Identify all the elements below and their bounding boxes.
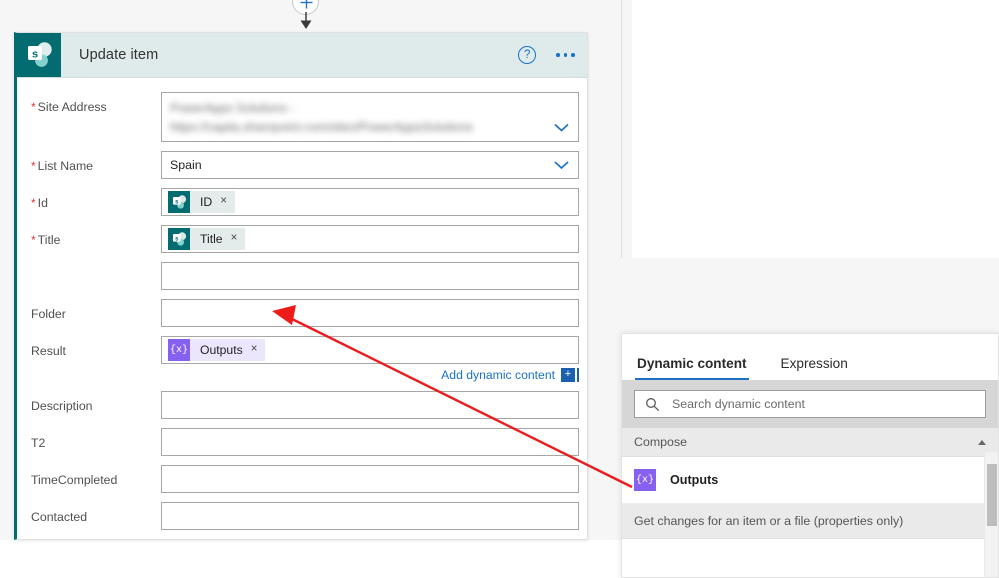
token-remove-icon[interactable]: ×	[231, 233, 238, 245]
add-dynamic-content-plus-icon[interactable]: +	[561, 368, 575, 382]
search-dynamic-content-input[interactable]: Search dynamic content	[634, 390, 986, 418]
field-label-has-attachments: HasAttachments	[31, 539, 161, 540]
background-right-white	[632, 0, 999, 258]
field-list-name: * List Name Spain	[17, 151, 587, 179]
add-dynamic-content-caret	[577, 368, 579, 382]
chevron-down-icon[interactable]	[554, 123, 569, 132]
field-label-title: * Title	[31, 233, 61, 247]
action-title: Update item	[79, 47, 159, 63]
action-card-header-actions: ?	[518, 33, 575, 77]
update-item-action-card[interactable]: s Update item ? * Site Address PowerApps …	[14, 32, 588, 540]
sharepoint-token-icon: s	[168, 228, 190, 250]
token-remove-icon[interactable]: ×	[220, 196, 227, 208]
field-label-list-name: * List Name	[31, 159, 94, 173]
field-t2: T2	[17, 428, 587, 456]
token-title[interactable]: s Title ×	[168, 228, 246, 250]
site-address-dropdown[interactable]: PowerApps Solutions - https://capita.sha…	[161, 92, 579, 142]
compose-output-icon: {x}	[634, 469, 656, 491]
group-label-compose: Compose	[634, 435, 688, 449]
action-card-header[interactable]: s Update item ?	[17, 33, 587, 78]
add-dynamic-content-row: Add dynamic content +	[17, 366, 587, 388]
arrow-down-icon	[300, 12, 312, 29]
field-title: * Title s Title ×	[17, 225, 587, 253]
required-asterisk: *	[31, 233, 36, 247]
plus-icon	[300, 0, 313, 9]
field-label-id: * Id	[31, 196, 48, 210]
sharepoint-token-icon: s	[168, 191, 190, 213]
unlabeled-input-1[interactable]	[161, 262, 579, 290]
panel-tabs: Dynamic content Expression	[622, 334, 998, 380]
contacted-input[interactable]	[161, 502, 579, 530]
result-input[interactable]: {x} Outputs ×	[161, 336, 579, 364]
field-description: Description	[17, 391, 587, 419]
field-label-folder: Folder	[31, 307, 66, 321]
required-asterisk: *	[31, 100, 36, 114]
folder-input[interactable]	[161, 299, 579, 327]
field-time-completed: TimeCompleted	[17, 465, 587, 493]
description-input[interactable]	[161, 391, 579, 419]
site-address-value: PowerApps Solutions - https://capita.sha…	[170, 101, 473, 134]
group-label-get-changes: Get changes for an item or a file (prope…	[634, 514, 904, 528]
help-icon[interactable]: ?	[518, 46, 537, 64]
token-title-label: Title ×	[190, 228, 246, 250]
dynamic-content-item-label: Outputs	[670, 473, 719, 487]
t2-input[interactable]	[161, 428, 579, 456]
background-gutter-divider	[621, 0, 622, 258]
field-result: Result {x} Outputs ×	[17, 336, 587, 364]
screen-canvas: s Update item ? * Site Address PowerApps …	[0, 0, 999, 578]
search-placeholder: Search dynamic content	[672, 397, 805, 411]
field-site-address: * Site Address PowerApps Solutions - http…	[17, 92, 587, 142]
field-label-t2: T2	[31, 436, 46, 450]
search-icon	[646, 397, 660, 411]
tab-dynamic-content[interactable]: Dynamic content	[635, 356, 749, 380]
sharepoint-icon: s	[17, 33, 61, 77]
dynamic-content-item-outputs[interactable]: {x} Outputs	[622, 457, 998, 504]
field-contacted: Contacted	[17, 502, 587, 530]
group-header-compose[interactable]: Compose	[622, 428, 998, 457]
list-name-dropdown[interactable]: Spain	[161, 151, 579, 179]
field-label-description: Description	[31, 399, 93, 413]
field-label-time-completed: TimeCompleted	[31, 473, 118, 487]
field-unlabeled-1	[17, 262, 587, 290]
token-id[interactable]: s ID ×	[168, 191, 235, 213]
token-outputs[interactable]: {x} Outputs ×	[168, 339, 266, 361]
field-id: * Id s ID ×	[17, 188, 587, 216]
background-gutter	[598, 0, 632, 258]
chevron-up-icon[interactable]	[978, 439, 986, 445]
field-folder: Folder	[17, 299, 587, 327]
field-label-result: Result	[31, 344, 66, 358]
field-has-attachments: HasAttachments	[17, 539, 587, 540]
panel-search-wrapper: Search dynamic content	[622, 380, 998, 428]
list-name-value: Spain	[170, 158, 202, 172]
panel-scrollbar-thumb[interactable]	[987, 464, 997, 526]
token-id-label: ID ×	[190, 191, 235, 213]
required-asterisk: *	[31, 196, 36, 210]
svg-text:s: s	[32, 48, 38, 60]
token-outputs-label: Outputs ×	[190, 339, 266, 361]
flow-connector	[292, 0, 320, 32]
id-input[interactable]: s ID ×	[161, 188, 579, 216]
token-remove-icon[interactable]: ×	[251, 344, 258, 356]
action-card-body: * Site Address PowerApps Solutions - http…	[17, 78, 587, 540]
add-dynamic-content-link[interactable]: Add dynamic content	[441, 368, 555, 382]
field-label-contacted: Contacted	[31, 510, 88, 524]
panel-scrollbar[interactable]	[984, 452, 998, 577]
title-input[interactable]: s Title ×	[161, 225, 579, 253]
chevron-down-icon[interactable]	[554, 161, 569, 170]
more-options-icon[interactable]	[556, 53, 575, 57]
tab-expression[interactable]: Expression	[779, 356, 850, 380]
has-attachments-input[interactable]	[161, 539, 579, 540]
field-label-unlabeled-1	[31, 262, 161, 270]
compose-token-icon: {x}	[168, 339, 190, 361]
required-asterisk: *	[31, 159, 36, 173]
dynamic-content-panel[interactable]: Dynamic content Expression Search dynami…	[621, 333, 999, 578]
time-completed-input[interactable]	[161, 465, 579, 493]
panel-pointer	[621, 348, 622, 366]
group-header-get-changes[interactable]: Get changes for an item or a file (prope…	[622, 504, 998, 539]
field-label-site-address: * Site Address	[31, 100, 107, 114]
